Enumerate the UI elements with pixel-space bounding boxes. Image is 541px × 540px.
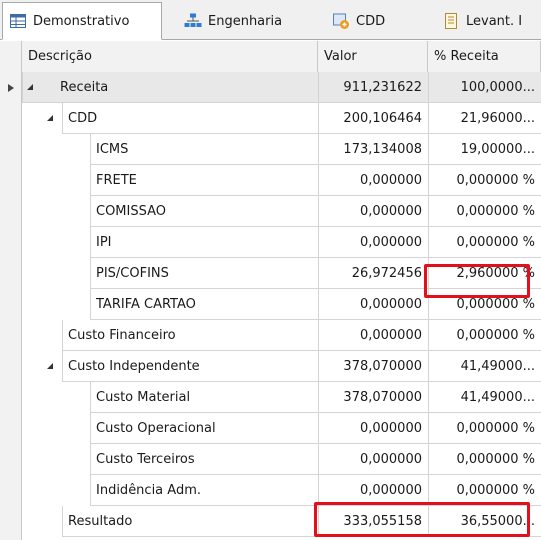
row-label: Receita [60,80,109,95]
table-row[interactable]: ICMS 173,134008 19,00000... [22,134,541,165]
receita-cell: 0,000000 % [428,289,541,320]
valor-cell: 0,000000 [318,444,428,475]
table-row[interactable]: Receita 911,231622 100,0000... [22,72,541,103]
row-name-cell [90,227,318,258]
org-chart-icon [184,12,202,30]
receita-cell: 2,960000 % [428,258,541,289]
row-indicator-column [0,72,22,540]
table-row[interactable]: Custo Financeiro 0,000000 0,000000 % [22,320,541,351]
row-label: FRETE [96,173,137,188]
row-label: Custo Operacional [96,421,216,436]
table-row[interactable]: PIS/COFINS 26,972456 2,960000 % [22,258,541,289]
expand-collapse-icon[interactable] [46,351,54,382]
row-label: Indidência Adm. [96,483,201,498]
table-row[interactable]: IPI 0,000000 0,000000 % [22,227,541,258]
row-label: PIS/COFINS [96,266,169,281]
valor-cell: 333,055158 [318,506,428,537]
valor-cell: 0,000000 [318,475,428,506]
row-label: Custo Terceiros [96,452,195,467]
expand-collapse-icon[interactable] [46,103,54,134]
table-row[interactable]: CDD 200,106464 21,96000... [22,103,541,134]
valor-cell: 378,070000 [318,351,428,382]
valor-cell: 378,070000 [318,382,428,413]
row-label: IPI [96,235,112,250]
expand-collapse-icon[interactable] [26,72,34,103]
receita-cell: 0,000000 % [428,165,541,196]
row-label: Custo Independente [68,359,200,374]
valor-cell: 200,106464 [318,103,428,134]
tab-cdd[interactable]: CDD [332,3,422,39]
table-row[interactable]: Custo Terceiros 0,000000 0,000000 % [22,444,541,475]
row-label: COMISSAO [96,204,167,219]
receita-cell: 100,0000... [428,72,541,103]
table-row[interactable]: TARIFA CARTAO 0,000000 0,000000 % [22,289,541,320]
column-header-descricao[interactable]: Descrição [22,41,318,72]
valor-cell: 26,972456 [318,258,428,289]
valor-cell: 173,134008 [318,134,428,165]
table-icon [9,12,27,30]
header-indicator [0,41,22,72]
table-row[interactable]: Custo Independente 378,070000 41,49000... [22,351,541,382]
receita-cell: 0,000000 % [428,196,541,227]
receita-cell: 0,000000 % [428,227,541,258]
tab-bar: Demonstrativo Engenharia CDD Levant. I [0,0,541,40]
valor-cell: 0,000000 [318,320,428,351]
valor-cell: 911,231622 [318,72,428,103]
row-label: ICMS [96,142,129,157]
tab-label: Levant. I [466,13,523,29]
tab-label: Engenharia [208,13,283,29]
receita-cell: 0,000000 % [428,413,541,444]
table-row[interactable]: COMISSAO 0,000000 0,000000 % [22,196,541,227]
row-label: Resultado [68,514,133,529]
table-row[interactable]: Resultado 333,055158 36,55000... [22,506,541,537]
grid-header: Descrição Valor % Receita [0,41,541,73]
column-header-receita[interactable]: % Receita [428,41,541,72]
valor-cell: 0,000000 [318,413,428,444]
valor-cell: 0,000000 [318,289,428,320]
receita-cell: 0,000000 % [428,320,541,351]
row-label: Custo Material [96,390,191,405]
valor-cell: 0,000000 [318,227,428,258]
receita-cell: 41,49000... [428,382,541,413]
table-row[interactable]: Indidência Adm. 0,000000 0,000000 % [22,475,541,506]
receita-cell: 21,96000... [428,103,541,134]
valor-cell: 0,000000 [318,196,428,227]
row-label: TARIFA CARTAO [96,297,196,312]
tab-levant[interactable]: Levant. I [442,3,541,39]
row-name-cell [62,103,318,134]
receita-cell: 0,000000 % [428,444,541,475]
row-label: CDD [68,111,98,126]
table-row[interactable]: Custo Material 378,070000 41,49000... [22,382,541,413]
receita-cell: 41,49000... [428,351,541,382]
column-header-valor[interactable]: Valor [318,41,428,72]
tab-label: CDD [356,13,386,29]
receita-cell: 0,000000 % [428,475,541,506]
receita-cell: 36,55000... [428,506,541,537]
receita-cell: 19,00000... [428,134,541,165]
table-row[interactable]: FRETE 0,000000 0,000000 % [22,165,541,196]
tree-list-grid: Descrição Valor % Receita Receita 911,231… [0,41,541,540]
table-row[interactable]: Custo Operacional 0,000000 0,000000 % [22,413,541,444]
cdd-icon [332,12,350,30]
row-label: Custo Financeiro [68,328,176,343]
valor-cell: 0,000000 [318,165,428,196]
tab-engenharia[interactable]: Engenharia [184,3,314,39]
row-indicator-icon [7,82,15,97]
tab-demonstrativo[interactable]: Demonstrativo [2,2,162,40]
document-icon [442,12,460,30]
tab-label: Demonstrativo [33,13,130,29]
